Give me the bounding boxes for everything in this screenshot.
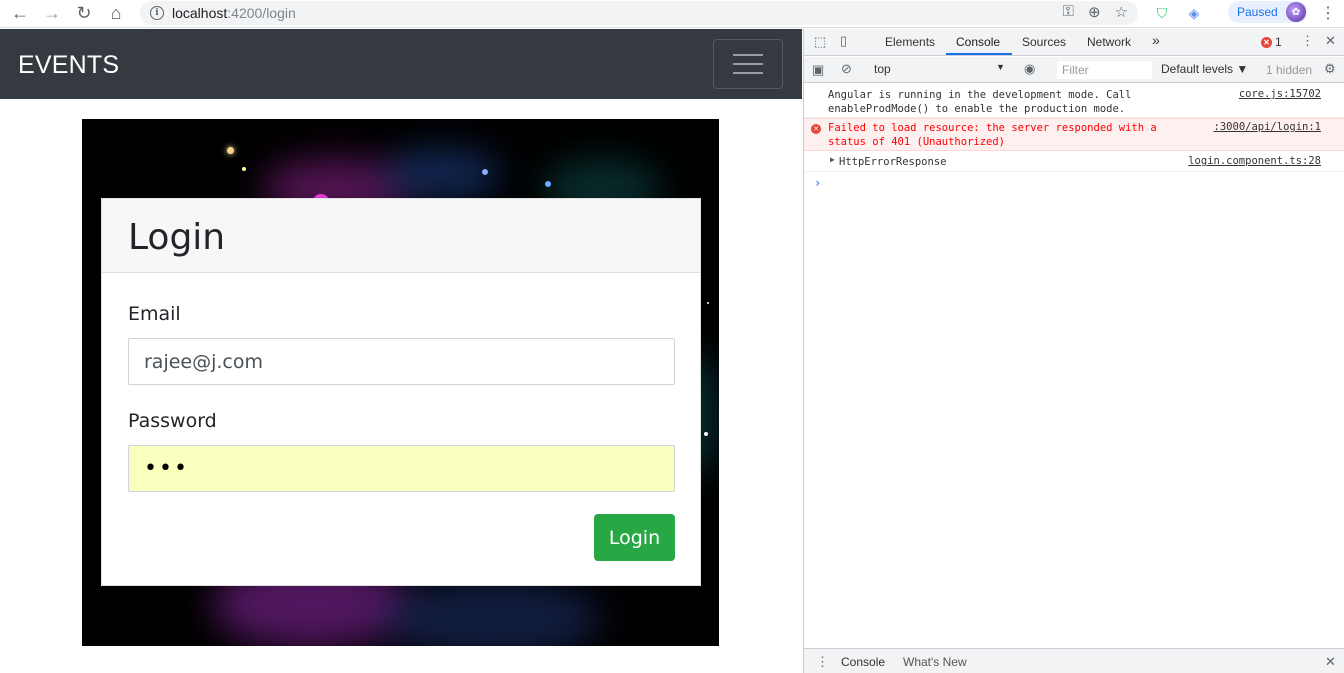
login-button[interactable]: Login [594,514,675,561]
error-counter[interactable]: ✕ 1 [1261,35,1282,49]
forward-icon[interactable]: → [36,0,68,28]
sidebar-toggle-icon[interactable]: ▣ [812,62,824,78]
paused-label: Paused [1237,5,1278,19]
profile-paused-button[interactable]: Paused ✿ [1228,1,1308,23]
console-filter-input[interactable]: Filter [1057,61,1152,79]
back-icon[interactable]: ← [4,0,36,28]
more-tabs-icon[interactable]: » [1152,32,1160,48]
close-drawer-icon[interactable]: ✕ [1325,654,1336,670]
hamburger-line [733,54,763,56]
live-expression-icon[interactable]: ◉ [1024,61,1035,77]
devtools-menu-icon[interactable]: ⋮ [1301,33,1314,49]
reload-icon[interactable]: ↻ [68,0,100,28]
error-count: 1 [1275,35,1282,49]
browser-toolbar: ← → ↻ ⌂ i localhost:4200/login ⚿ ⊕ ☆ ⛉ ◈… [0,0,1344,28]
address-bar[interactable]: i localhost:4200/login ⚿ ⊕ ☆ [140,1,1138,25]
console-object-message[interactable]: ▶ HttpErrorResponse login.component.ts:2… [804,152,1344,172]
hamburger-line [733,72,763,74]
console-error-message: ✕ Failed to load resource: the server re… [804,118,1344,151]
console-message-source[interactable]: :3000/api/login:1 [1214,121,1321,133]
devtools-drawer: ⋮ Console What's New ✕ [804,648,1344,673]
password-field[interactable]: ••• [128,445,675,492]
console-message: Angular is running in the development mo… [804,86,1344,118]
navbar: EVENTS [0,29,802,99]
console-prompt[interactable]: › [814,176,821,190]
console-message-text: HttpErrorResponse [839,156,947,168]
hidden-messages-count: 1 hidden [1266,63,1313,77]
hamburger-line [733,63,763,65]
tab-sources[interactable]: Sources [1022,35,1066,49]
devtools-panel: ⬚ ▯ Elements Console Sources Network » ✕… [803,29,1344,673]
home-icon[interactable]: ⌂ [100,0,132,28]
active-tab-indicator [946,53,1012,55]
app-viewport: EVENTS Login Email rajee@j.com Password … [0,29,802,673]
close-devtools-icon[interactable]: ✕ [1325,33,1336,49]
error-icon: ✕ [1261,36,1272,48]
clear-console-icon[interactable]: ⊘ [841,61,852,77]
console-message-text: Failed to load resource: the server resp… [828,122,1157,148]
shield-extension-icon[interactable]: ⛉ [1152,3,1172,23]
avatar: ✿ [1286,2,1306,22]
console-message-text: Angular is running in the development mo… [828,89,1132,115]
star-icon[interactable]: ☆ [1115,3,1128,21]
inspect-element-icon[interactable]: ⬚ [814,34,826,50]
url-path: :4200/login [227,5,296,21]
navbar-toggler-button[interactable] [713,39,783,89]
device-toolbar-icon[interactable]: ▯ [840,33,847,49]
devtools-tabbar: ⬚ ▯ Elements Console Sources Network » ✕… [804,29,1344,56]
tab-network[interactable]: Network [1087,35,1131,49]
browser-menu-icon[interactable]: ⋮ [1320,3,1336,23]
puzzle-extension-icon[interactable]: ◈ [1184,3,1204,23]
navbar-brand[interactable]: EVENTS [18,51,119,80]
key-icon[interactable]: ⚿ [1063,3,1074,21]
zoom-icon[interactable]: ⊕ [1088,3,1101,21]
tab-console[interactable]: Console [956,35,1000,49]
info-icon[interactable]: i [150,6,164,20]
url-text[interactable]: localhost:4200/login [172,5,296,21]
url-host: localhost [172,5,228,21]
drawer-menu-icon[interactable]: ⋮ [816,654,829,670]
card-header: Login [102,199,700,273]
error-icon: ✕ [811,124,821,134]
context-dropdown-icon[interactable]: ▼ [996,62,1005,72]
email-field[interactable]: rajee@j.com [128,338,675,385]
console-message-source[interactable]: core.js:15702 [1239,88,1321,100]
context-select[interactable]: top [874,62,1008,76]
console-message-source[interactable]: login.component.ts:28 [1188,155,1321,167]
email-label: Email [128,303,181,325]
drawer-tab-console[interactable]: Console [841,655,885,669]
login-title: Login [128,217,226,258]
password-label: Password [128,410,217,432]
drawer-tab-whats-new[interactable]: What's New [903,655,967,669]
tab-elements[interactable]: Elements [885,35,935,49]
expand-triangle-icon[interactable]: ▶ [830,155,835,164]
console-toolbar: ▣ ⊘ top ▼ ◉ Filter Default levels ▼ 1 hi… [804,57,1344,83]
console-settings-icon[interactable]: ⚙ [1324,61,1336,77]
login-card: Login Email rajee@j.com Password ••• Log… [101,198,701,586]
log-levels-dropdown[interactable]: Default levels ▼ [1161,62,1248,76]
